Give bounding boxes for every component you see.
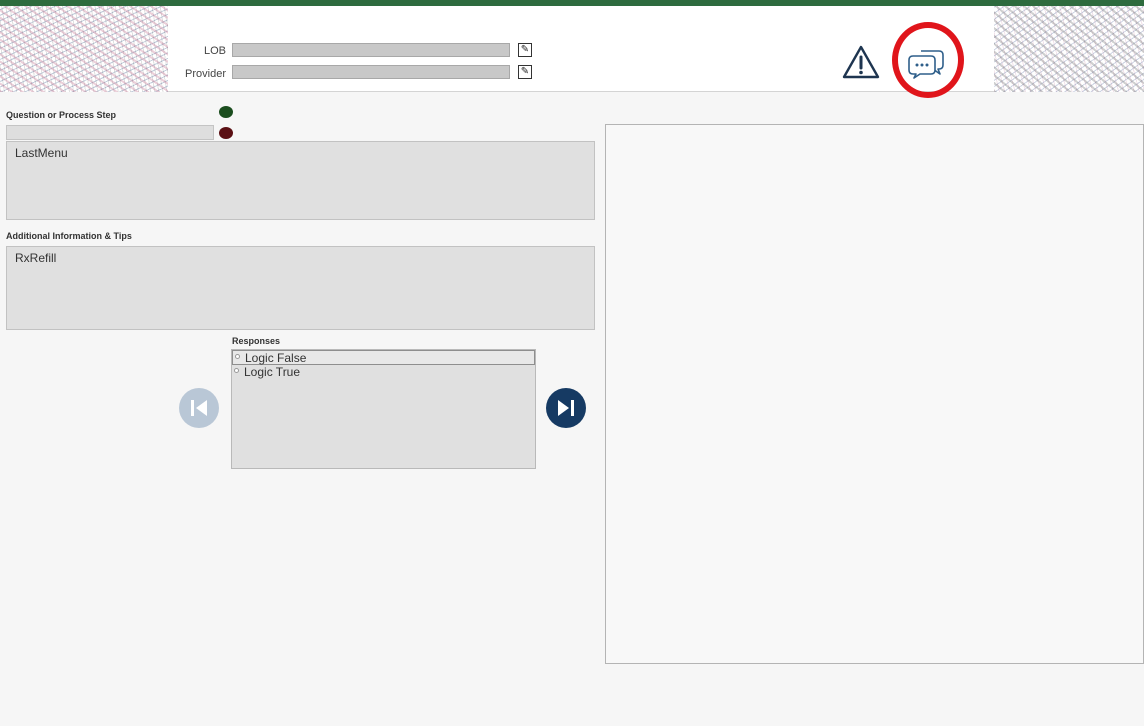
question-text-box: LastMenu (6, 141, 595, 220)
radio-icon[interactable] (234, 368, 239, 373)
response-label: Logic True (244, 365, 301, 379)
provider-label: Provider (185, 68, 226, 80)
question-small-field[interactable] (6, 125, 214, 140)
right-logo-image (994, 6, 1144, 92)
info-section-label: Additional Information & Tips (6, 231, 132, 241)
header-bar: LOB ✎ Provider ✎ (0, 6, 1144, 98)
response-label: Logic False (245, 351, 307, 365)
provider-edit-icon[interactable]: ✎ (518, 65, 532, 79)
lob-edit-icon[interactable]: ✎ (518, 43, 532, 57)
warning-triangle-icon[interactable] (842, 44, 880, 80)
left-logo-image (0, 6, 168, 92)
response-item-logic-true[interactable]: Logic True (232, 365, 535, 380)
right-content-panel (605, 124, 1144, 664)
info-text-box: RxRefill (6, 246, 595, 330)
green-status-icon[interactable] (219, 106, 233, 118)
radio-icon[interactable] (235, 354, 240, 359)
lob-label: LOB (203, 45, 226, 57)
skip-next-icon (558, 400, 574, 416)
question-section-label: Question or Process Step (6, 110, 117, 120)
response-item-logic-false[interactable]: Logic False (232, 350, 535, 365)
red-status-icon[interactable] (219, 127, 233, 139)
provider-field[interactable] (232, 65, 510, 79)
chat-bubbles-icon[interactable] (907, 45, 947, 81)
responses-list[interactable]: Logic False Logic True (231, 349, 536, 469)
responses-label: Responses (232, 336, 281, 346)
lob-field[interactable] (232, 43, 510, 57)
previous-button[interactable] (179, 388, 219, 428)
next-button[interactable] (546, 388, 586, 428)
skip-previous-icon (191, 400, 207, 416)
